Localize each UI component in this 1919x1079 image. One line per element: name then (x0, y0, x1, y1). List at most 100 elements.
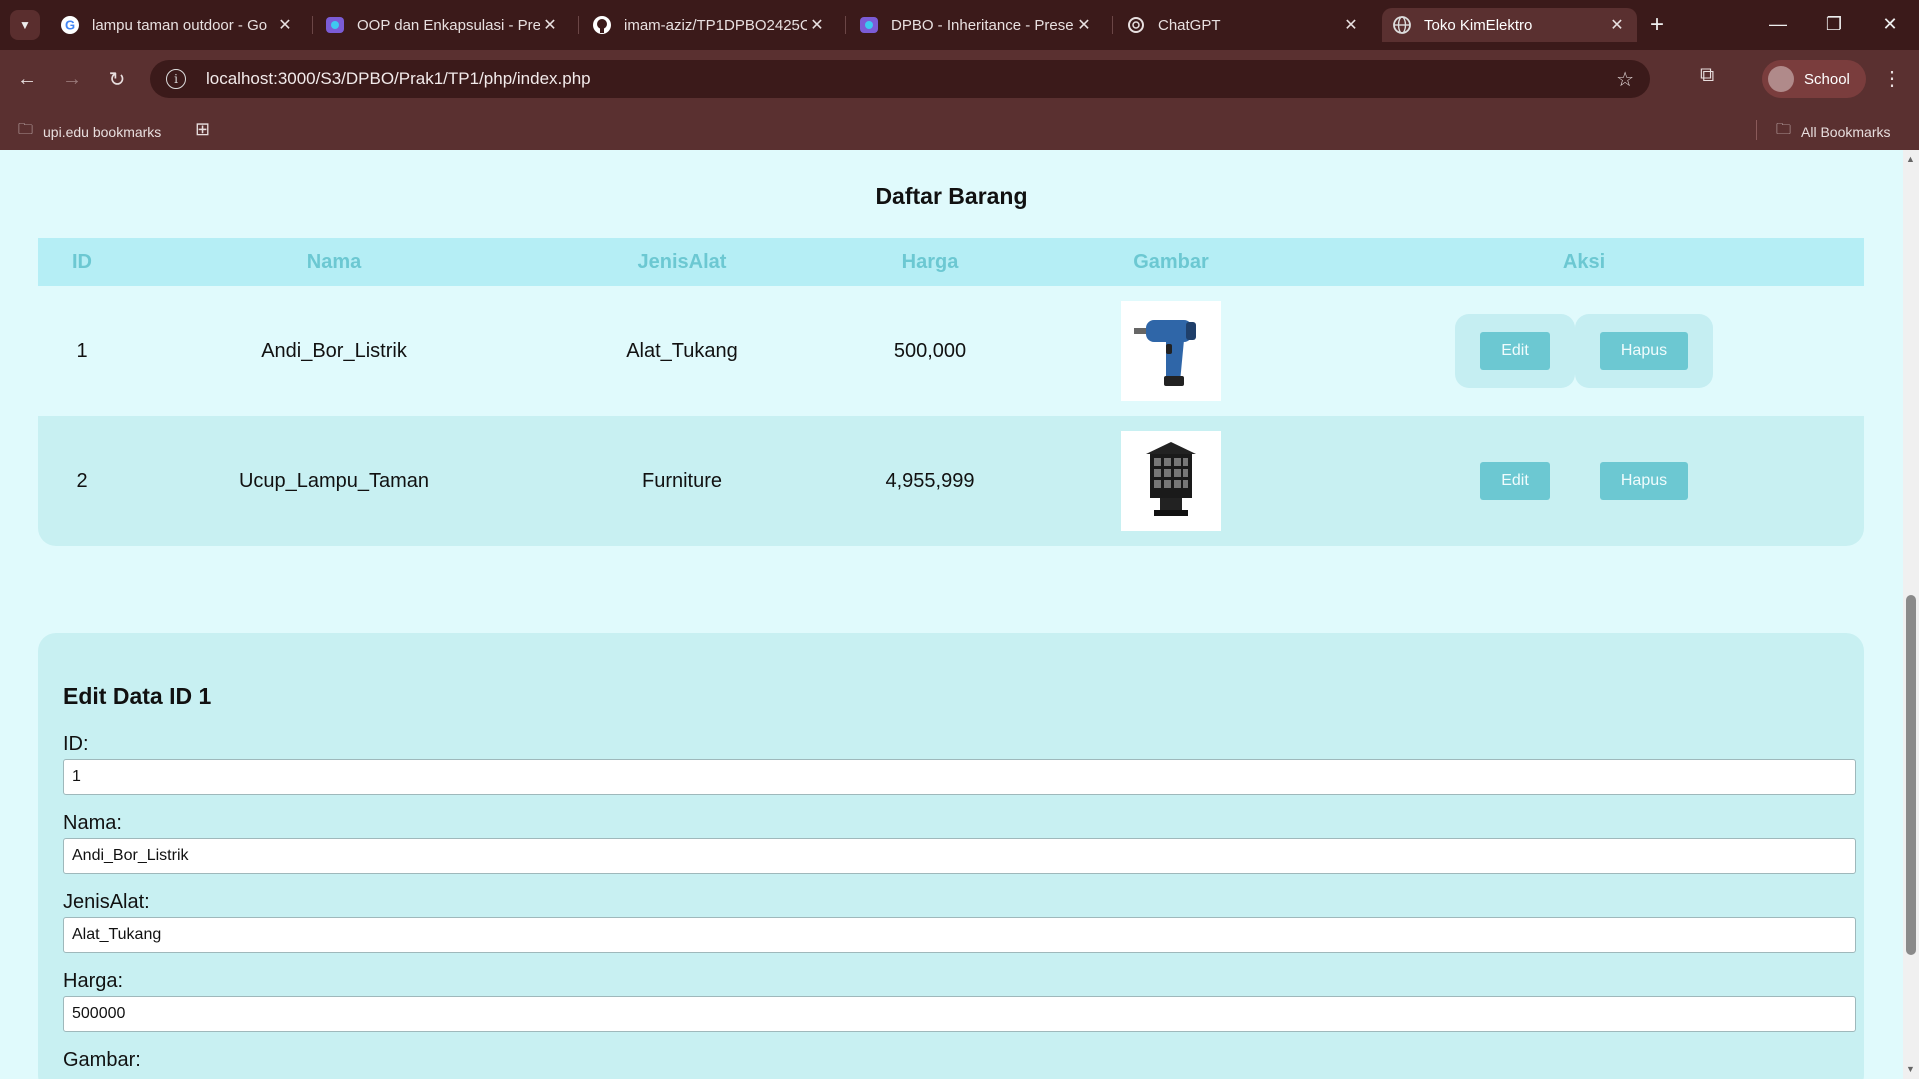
url-text[interactable]: localhost:3000/S3/DPBO/Prak1/TP1/php/ind… (206, 69, 591, 89)
address-bar[interactable]: i localhost:3000/S3/DPBO/Prak1/TP1/php/i… (150, 60, 1650, 98)
globe-icon (1392, 15, 1412, 35)
cell-id: 1 (76, 339, 88, 362)
avatar (1768, 66, 1794, 92)
close-icon[interactable]: ✕ (1607, 15, 1627, 35)
jenis-alat-field[interactable] (63, 917, 1856, 953)
cell-gambar (1038, 431, 1304, 531)
cell-id: 2 (76, 469, 88, 492)
slides-icon (325, 15, 345, 35)
gambar-label: Gambar: (63, 1049, 141, 1071)
close-icon[interactable]: ✕ (540, 15, 560, 35)
tab-label: ChatGPT (1158, 16, 1221, 34)
reload-icon: ↻ (108, 68, 126, 91)
tab-divider (845, 16, 846, 34)
reload-button[interactable]: ↻ (102, 64, 132, 94)
cell-nama: Ucup_Lampu_Taman (238, 469, 430, 492)
close-icon: ✕ (1882, 13, 1898, 34)
svg-text:G: G (65, 18, 75, 33)
cell-aksi: Edit Hapus (1304, 444, 1864, 518)
tab-chatgpt[interactable]: ChatGPT ✕ (1116, 8, 1371, 42)
profile-button[interactable]: School (1762, 60, 1866, 98)
scroll-up-icon[interactable]: ▲ (1906, 154, 1915, 164)
edit-button[interactable]: Edit (1480, 462, 1550, 500)
action-cell: Hapus (1575, 314, 1713, 388)
restore-icon: ❐ (1825, 13, 1843, 34)
delete-button[interactable]: Hapus (1600, 462, 1688, 500)
tab-dpbo-inheritance[interactable]: DPBO - Inheritance - Prese ✕ (849, 8, 1104, 42)
forward-button[interactable]: → (57, 64, 87, 94)
cell-harga: 4,955,999 (885, 469, 975, 492)
action-cell: Edit (1455, 444, 1575, 518)
site-info-icon[interactable]: i (166, 69, 186, 89)
vertical-scrollbar[interactable]: ▲ ▼ (1903, 150, 1919, 1079)
scrollbar-thumb[interactable] (1906, 595, 1916, 955)
close-window-button[interactable]: ✕ (1868, 8, 1912, 40)
all-bookmarks-button[interactable]: 🗀 All Bookmarks (1776, 119, 1890, 144)
tab-oop-enkapsulasi[interactable]: OOP dan Enkapsulasi - Pre ✕ (315, 8, 570, 42)
table-row: 2 Ucup_Lampu_Taman Furniture 4,955,999 E… (38, 416, 1864, 546)
garden-lamp-image (1121, 431, 1221, 531)
browser-toolbar: ← → ↻ i localhost:3000/S3/DPBO/Prak1/TP1… (0, 50, 1919, 108)
extensions-button[interactable]: ⧉ (1700, 64, 1714, 87)
form-title: Edit Data ID 1 (63, 683, 212, 709)
new-tab-button[interactable]: + (1650, 12, 1664, 38)
delete-button[interactable]: Hapus (1600, 332, 1688, 370)
browser-menu-button[interactable]: ⋮ (1882, 66, 1902, 91)
jenis-alat-label: JenisAlat: (63, 891, 150, 913)
nama-field[interactable] (63, 838, 1856, 874)
profile-label: School (1804, 70, 1850, 88)
google-icon: G (60, 15, 80, 35)
puzzle-icon: ⧉ (1700, 64, 1715, 86)
column-header: Gambar (1133, 250, 1209, 273)
id-field[interactable] (63, 759, 1856, 795)
more-vert-icon: ⋮ (1882, 68, 1902, 90)
minimize-button[interactable]: — (1756, 8, 1800, 40)
tab-label: DPBO - Inheritance - Prese (891, 16, 1074, 34)
minimize-icon: — (1769, 13, 1787, 34)
scroll-down-icon[interactable]: ▼ (1906, 1064, 1915, 1074)
close-icon[interactable]: ✕ (1074, 15, 1094, 35)
cell-harga: 500,000 (893, 339, 967, 362)
bookmark-divider (1756, 120, 1757, 140)
plus-icon: + (1650, 11, 1665, 38)
column-header: Harga (901, 250, 959, 273)
page-viewport: Daftar Barang ID Nama JenisAlat Harga Ga… (0, 150, 1903, 1079)
table-header: ID Nama JenisAlat Harga Gambar Aksi (38, 238, 1864, 286)
bookmark-folder-upi[interactable]: 🗀 upi.edu bookmarks (18, 119, 161, 144)
page-title: Daftar Barang (875, 183, 1028, 209)
tab-strip: ▼ G lampu taman outdoor - Go ✕ OOP dan E… (0, 0, 1919, 50)
tab-label: Toko KimElektro (1424, 16, 1533, 34)
chevron-down-icon: ▼ (19, 18, 31, 32)
bookmark-label: All Bookmarks (1801, 123, 1891, 140)
close-icon[interactable]: ✕ (1341, 15, 1361, 35)
cell-nama: Andi_Bor_Listrik (261, 339, 407, 362)
close-icon[interactable]: ✕ (275, 15, 295, 35)
column-header: JenisAlat (637, 250, 727, 273)
drill-image (1121, 301, 1221, 401)
back-button[interactable]: ← (12, 64, 42, 94)
tab-label: OOP dan Enkapsulasi - Pre (357, 16, 540, 34)
arrow-left-icon: ← (17, 67, 37, 90)
apps-button[interactable]: ⊞ (195, 119, 210, 140)
edit-form: Edit Data ID 1 ID: Nama: JenisAlat: Harg… (38, 633, 1864, 1079)
grid-icon: ⊞ (195, 119, 211, 139)
arrow-right-icon: → (62, 67, 82, 90)
tab-google[interactable]: G lampu taman outdoor - Go ✕ (50, 8, 305, 42)
tab-search-button[interactable]: ▼ (10, 10, 40, 40)
slides-icon (859, 15, 879, 35)
bookmark-star-icon[interactable]: ☆ (1616, 67, 1634, 92)
nama-label: Nama: (63, 812, 122, 834)
tab-label: lampu taman outdoor - Go (92, 16, 268, 34)
tab-github[interactable]: imam-aziz/TP1DPBO2425C ✕ (582, 8, 837, 42)
github-icon (592, 15, 612, 35)
restore-button[interactable]: ❐ (1812, 8, 1856, 40)
tab-divider (312, 16, 313, 34)
folder-icon: 🗀 (1776, 121, 1792, 138)
harga-field[interactable] (63, 996, 1856, 1032)
close-icon[interactable]: ✕ (807, 15, 827, 35)
chatgpt-icon (1126, 15, 1146, 35)
edit-button[interactable]: Edit (1480, 332, 1550, 370)
harga-label: Harga: (63, 970, 124, 992)
cell-aksi: Edit Hapus (1304, 314, 1864, 388)
tab-toko-kimelektro[interactable]: Toko KimElektro ✕ (1382, 8, 1637, 42)
